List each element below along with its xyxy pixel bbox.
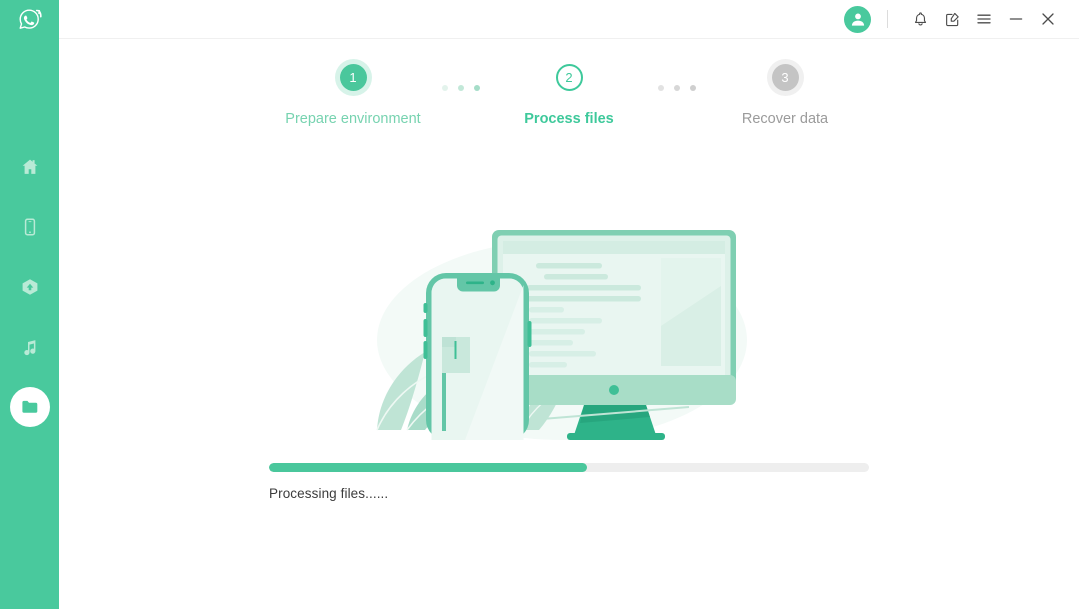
minimize-icon [1009,18,1023,20]
step-2-circle: 2 [555,64,583,91]
menu-button[interactable] [969,4,999,34]
whatsapp-recovery-logo[interactable] [13,3,47,37]
step-3-circle: 3 [771,64,799,91]
avatar[interactable] [844,5,871,33]
notifications-button[interactable] [905,4,935,34]
hamburger-menu-icon [977,14,991,24]
titlebar-divider [887,10,888,28]
progress-status-text: Processing files...... [269,486,389,501]
close-icon [1042,13,1054,25]
step-3: 3 Recover data [675,64,895,127]
step-indicator: 1 Prepare environment 2 Process files 3 … [59,64,1079,164]
music-note-icon [23,340,35,356]
app-window: 1 Prepare environment 2 Process files 3 … [0,0,1079,609]
title-bar [59,0,1079,39]
main-area: 1 Prepare environment 2 Process files 3 … [59,0,1079,609]
cloud-backup-icon [22,279,37,295]
connector-dot [658,85,664,91]
feedback-button[interactable] [937,4,967,34]
sidebar-nav [0,147,59,447]
bell-icon [914,11,926,26]
edit-square-icon [945,12,959,26]
progress-bar [269,463,869,472]
device-to-computer-transfer-illustration [369,225,769,440]
minimize-button[interactable] [1001,4,1031,34]
sidebar [0,0,59,609]
step-1-label: Prepare environment [285,111,421,127]
sidebar-item-device[interactable] [10,207,50,247]
folder-icon [21,400,37,413]
step-2-label: Process files [524,111,614,127]
user-avatar-icon [851,13,864,26]
sidebar-item-files[interactable] [9,387,50,427]
close-button[interactable] [1033,4,1063,34]
step-3-label: Recover data [741,111,829,127]
step-1-circle: 1 [339,64,367,91]
phone-icon [24,218,35,236]
sidebar-item-media[interactable] [10,327,50,367]
progress-section: Processing files...... [269,463,869,501]
sidebar-item-backup[interactable] [10,267,50,307]
connector-dot [442,85,448,91]
progress-bar-fill [269,463,587,472]
home-icon [22,159,37,174]
step-2: 2 Process files [459,64,679,127]
step-1: 1 Prepare environment [243,64,463,127]
sidebar-item-home[interactable] [10,147,50,187]
